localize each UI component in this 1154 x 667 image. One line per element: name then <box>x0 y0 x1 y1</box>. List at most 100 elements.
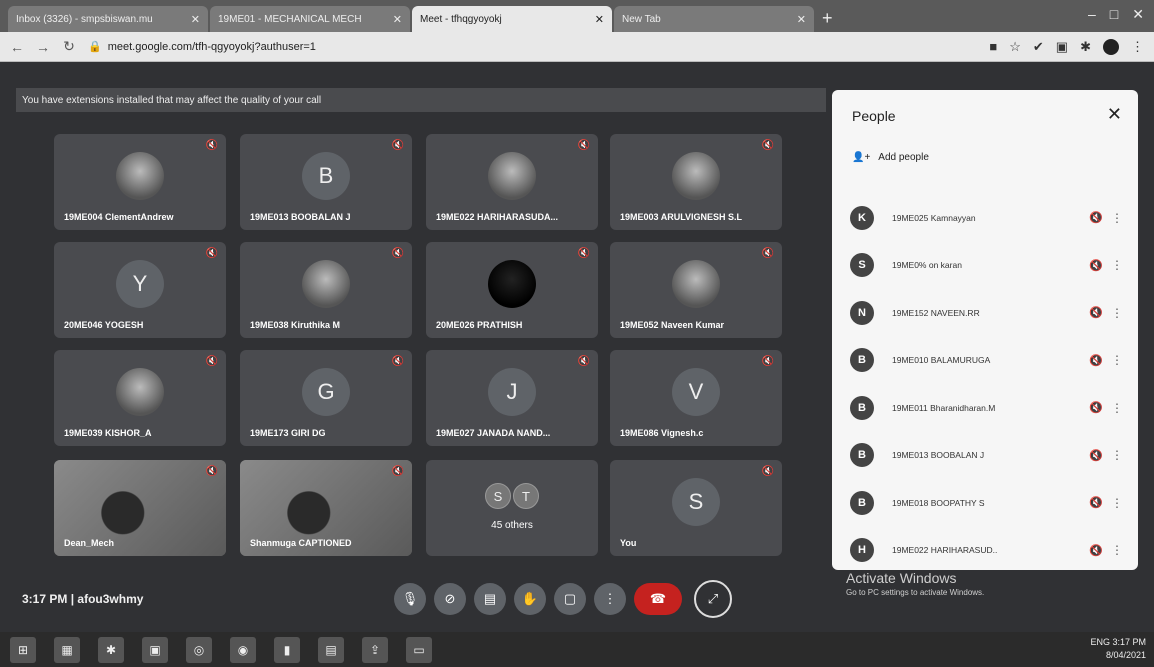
people-list-item[interactable]: B 19ME013 BOOBALAN J 🔇 ⋮ <box>832 432 1138 480</box>
muted-mic-icon[interactable]: 🔇 <box>1082 496 1110 509</box>
participant-avatar: V <box>672 368 720 417</box>
participant-tile[interactable]: 🔇 20ME026 PRATHISH <box>426 242 598 338</box>
store-icon[interactable]: ▤ <box>318 636 344 663</box>
camera-icon[interactable]: ■ <box>989 39 997 55</box>
member-options-icon[interactable]: ⋮ <box>1110 448 1124 462</box>
people-list-item[interactable]: N 19ME152 NAVEEN.RR 🔇 ⋮ <box>832 289 1138 337</box>
browser-tab[interactable]: 19ME01 - MECHANICAL MECH ✕ <box>210 6 410 32</box>
folder-icon[interactable]: ▭ <box>406 636 432 663</box>
close-tab-icon[interactable]: ✕ <box>387 13 402 26</box>
muted-mic-icon[interactable]: 🔇 <box>1082 401 1110 414</box>
member-options-icon[interactable]: ⋮ <box>1110 258 1124 272</box>
participant-tile[interactable]: S 🔇 You <box>610 460 782 556</box>
browser-tab[interactable]: Inbox (3326) - smpsbiswan.mu ✕ <box>8 6 208 32</box>
present-icon[interactable]: ▢ <box>554 583 586 615</box>
participant-tile[interactable]: J 🔇 19ME027 JANADA NAND... <box>426 350 598 446</box>
document-icon[interactable]: ▮ <box>274 636 300 663</box>
check-extension-icon[interactable]: ✔ <box>1033 39 1044 55</box>
menu-kebab-icon[interactable]: ⋮ <box>1131 39 1144 55</box>
people-list-item[interactable]: B 19ME010 BALAMURUGA 🔇 ⋮ <box>832 337 1138 385</box>
member-options-icon[interactable]: ⋮ <box>1110 543 1124 557</box>
participant-tile[interactable]: 🔇 19ME003 ARULVIGNESH S.L <box>610 134 782 230</box>
member-avatar: B <box>850 395 874 420</box>
participant-tile[interactable]: B 🔇 19ME013 BOOBALAN J <box>240 134 412 230</box>
people-list: K 19ME025 Kamnayyan 🔇 ⋮ S 19ME0% on karan 🔇 ⋮ N 1… <box>832 194 1138 570</box>
puzzle-icon[interactable]: ✱ <box>1080 39 1091 55</box>
file-explorer-icon[interactable]: ▦ <box>54 636 80 663</box>
muted-mic-icon[interactable]: 🔇 <box>1082 259 1110 272</box>
star-icon[interactable]: ☆ <box>1009 39 1021 55</box>
back-icon[interactable]: ← <box>10 39 24 55</box>
participant-tile[interactable]: 🔇 19ME004 ClementAndrew <box>54 134 226 230</box>
activate-subtitle: Go to PC settings to activate Windows. <box>846 588 985 597</box>
people-list-item[interactable]: H 19ME022 HARIHARASUD.. 🔇 ⋮ <box>832 527 1138 571</box>
people-list-item[interactable]: B 19ME011 Bharanidharan.M 🔇 ⋮ <box>832 384 1138 432</box>
participant-tile[interactable]: G 🔇 19ME173 GIRI DG <box>240 350 412 446</box>
participant-tile[interactable]: V 🔇 19ME086 Vignesh.c <box>610 350 782 446</box>
forward-icon[interactable]: → <box>36 39 50 55</box>
people-list-item[interactable]: S 19ME0% on karan 🔇 ⋮ <box>832 242 1138 290</box>
people-list-item[interactable]: K 19ME025 Kamnayyan 🔇 ⋮ <box>832 194 1138 242</box>
add-people-button[interactable]: 👤+ Add people <box>852 152 929 163</box>
captions-icon[interactable]: ▤ <box>474 583 506 615</box>
camera-toggle-icon[interactable]: ⊘ <box>434 583 466 615</box>
window-icon[interactable]: ▣ <box>142 636 168 663</box>
participant-tile[interactable]: 🔇 19ME039 KISHOR_A <box>54 350 226 446</box>
extension-icon[interactable]: ▣ <box>1056 39 1068 55</box>
participant-tile[interactable]: 🔇 19ME052 Naveen Kumar <box>610 242 782 338</box>
close-tab-icon[interactable]: ✕ <box>589 13 604 26</box>
member-name: 19ME152 NAVEEN.RR <box>892 307 980 318</box>
window-controls: – □ ✕ <box>1088 6 1144 23</box>
member-options-icon[interactable]: ⋮ <box>1110 306 1124 320</box>
participant-tile[interactable]: 🔇 Shanmuga CAPTIONED <box>240 460 412 556</box>
member-name: 19ME010 BALAMURUGA <box>892 355 991 366</box>
close-tab-icon[interactable]: ✕ <box>791 13 806 26</box>
muted-mic-icon[interactable]: 🔇 <box>1082 449 1110 462</box>
participant-avatar <box>672 260 720 309</box>
browser-tab-active[interactable]: Meet - tfhqgyoyokj ✕ <box>412 6 612 32</box>
raise-hand-icon[interactable]: ✋ <box>514 583 546 615</box>
muted-mic-icon[interactable]: 🔇 <box>1082 211 1110 224</box>
browser-tab[interactable]: New Tab ✕ <box>614 6 814 32</box>
people-list-item[interactable]: B 19ME018 BOOPATHY S 🔇 ⋮ <box>832 479 1138 527</box>
member-name: 19ME013 BOOBALAN J <box>892 450 985 461</box>
reload-icon[interactable]: ↻ <box>62 38 76 55</box>
member-avatar: B <box>850 490 874 515</box>
participant-tile[interactable]: S T 45 others <box>426 460 598 556</box>
participant-avatar: G <box>302 368 350 417</box>
warning-text: You have extensions installed that may a… <box>22 94 322 106</box>
member-options-icon[interactable]: ⋮ <box>1110 211 1124 225</box>
start-icon[interactable]: ⊞ <box>10 636 36 663</box>
tab-label: Meet - tfhqgyoyokj <box>420 13 502 25</box>
app-icon[interactable]: ◎ <box>186 636 212 663</box>
muted-mic-icon[interactable]: 🔇 <box>1082 306 1110 319</box>
profile-avatar[interactable] <box>1103 38 1119 55</box>
add-people-label: Add people <box>878 152 929 163</box>
upload-icon[interactable]: ⇪ <box>362 636 388 663</box>
maximize-icon[interactable]: □ <box>1110 6 1118 23</box>
bluetooth-icon[interactable]: ✱ <box>98 636 124 663</box>
participant-tile[interactable]: 🔇 19ME038 Kiruthika M <box>240 242 412 338</box>
muted-mic-icon[interactable]: 🔇 <box>1082 354 1110 367</box>
mic-toggle-icon[interactable]: 🎙 <box>394 583 426 615</box>
new-tab-icon[interactable]: + <box>822 6 833 32</box>
participant-tile[interactable]: Y 🔇 20ME046 YOGESH <box>54 242 226 338</box>
participant-tile[interactable]: 🔇 19ME022 HARIHARASUDA... <box>426 134 598 230</box>
minimize-icon[interactable]: – <box>1088 6 1096 23</box>
url-field[interactable]: 🔒 meet.google.com/tfh-qgyoyokj?authuser=1 <box>88 40 316 53</box>
end-call-icon[interactable]: ☎ <box>634 583 682 615</box>
close-tab-icon[interactable]: ✕ <box>185 13 200 26</box>
member-options-icon[interactable]: ⋮ <box>1110 496 1124 510</box>
participant-tile[interactable]: 🔇 Dean_Mech <box>54 460 226 556</box>
more-options-icon[interactable]: ⋮ <box>594 583 626 615</box>
activities-icon[interactable]: ⤢ <box>694 580 732 618</box>
member-options-icon[interactable]: ⋮ <box>1110 353 1124 367</box>
member-options-icon[interactable]: ⋮ <box>1110 401 1124 415</box>
system-tray: ENG 3:17 PM 8/04/2021 <box>1090 636 1146 662</box>
muted-mic-icon[interactable]: 🔇 <box>1082 544 1110 557</box>
participant-name: 19ME086 Vignesh.c <box>620 428 704 438</box>
close-panel-icon[interactable]: ✕ <box>1107 104 1122 125</box>
chrome-icon[interactable]: ◉ <box>230 636 256 663</box>
close-window-icon[interactable]: ✕ <box>1132 6 1144 23</box>
member-avatar: K <box>850 205 874 230</box>
